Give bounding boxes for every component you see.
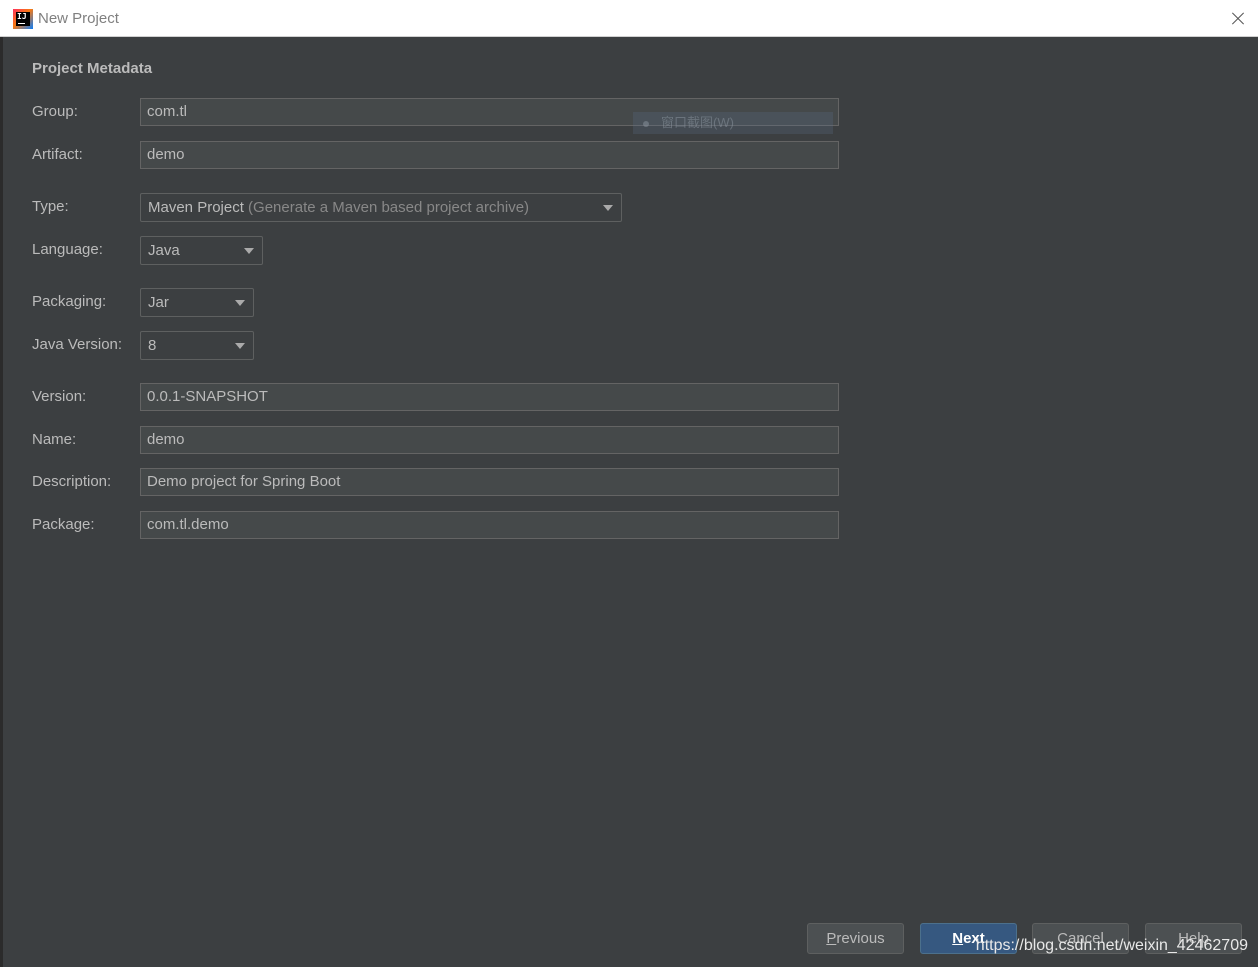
type-label: Type: (32, 198, 69, 215)
language-dropdown[interactable]: Java (140, 236, 263, 265)
overlay-text: 窗口截图(W) (661, 115, 734, 130)
group-label: Group: (32, 103, 78, 120)
version-label: Version: (32, 388, 87, 405)
java-version-value: 8 (148, 337, 157, 354)
packaging-label: Packaging: (32, 293, 107, 310)
version-input[interactable]: 0.0.1-SNAPSHOT (140, 383, 839, 411)
java-version-label: Java Version: (32, 336, 123, 353)
previous-label: revious (836, 930, 885, 947)
screenshot-overlay: 窗口截图(W) (633, 112, 833, 134)
description-input[interactable]: Demo project for Spring Boot (140, 468, 839, 496)
packaging-value: Jar (148, 294, 169, 311)
description-label: Description: (32, 473, 112, 490)
java-version-dropdown[interactable]: 8 (140, 331, 254, 360)
previous-button[interactable]: Previous (807, 923, 904, 954)
chevron-down-icon (603, 205, 613, 211)
name-input[interactable]: demo (140, 426, 839, 454)
watermark-text: https://blog.csdn.net/weixin_42462709 (975, 937, 1248, 954)
chevron-down-icon (244, 248, 254, 254)
title-bar: IJ New Project (0, 0, 1258, 37)
chevron-down-icon (235, 300, 245, 306)
window-title: New Project (38, 10, 119, 27)
close-icon[interactable] (1226, 7, 1250, 31)
language-value: Java (148, 242, 180, 259)
window-edge (0, 37, 3, 967)
package-label: Package: (32, 516, 95, 533)
artifact-input[interactable]: demo (140, 141, 839, 169)
previous-mnemonic: P (826, 930, 837, 947)
next-mnemonic: N (952, 930, 964, 947)
chevron-down-icon (235, 343, 245, 349)
artifact-label: Artifact: (32, 146, 83, 163)
packaging-dropdown[interactable]: Jar (140, 288, 254, 317)
package-input[interactable]: com.tl.demo (140, 511, 839, 539)
name-label: Name: (32, 431, 77, 448)
type-hint: (Generate a Maven based project archive) (248, 199, 530, 216)
type-value: Maven Project (148, 199, 244, 216)
overlay-dot-icon (643, 120, 649, 127)
section-title: Project Metadata (32, 60, 153, 77)
app-icon-text: IJ (16, 12, 30, 26)
language-label: Language: (32, 241, 103, 258)
intellij-app-icon: IJ (13, 9, 33, 29)
type-dropdown[interactable]: Maven Project (Generate a Maven based pr… (140, 193, 622, 222)
